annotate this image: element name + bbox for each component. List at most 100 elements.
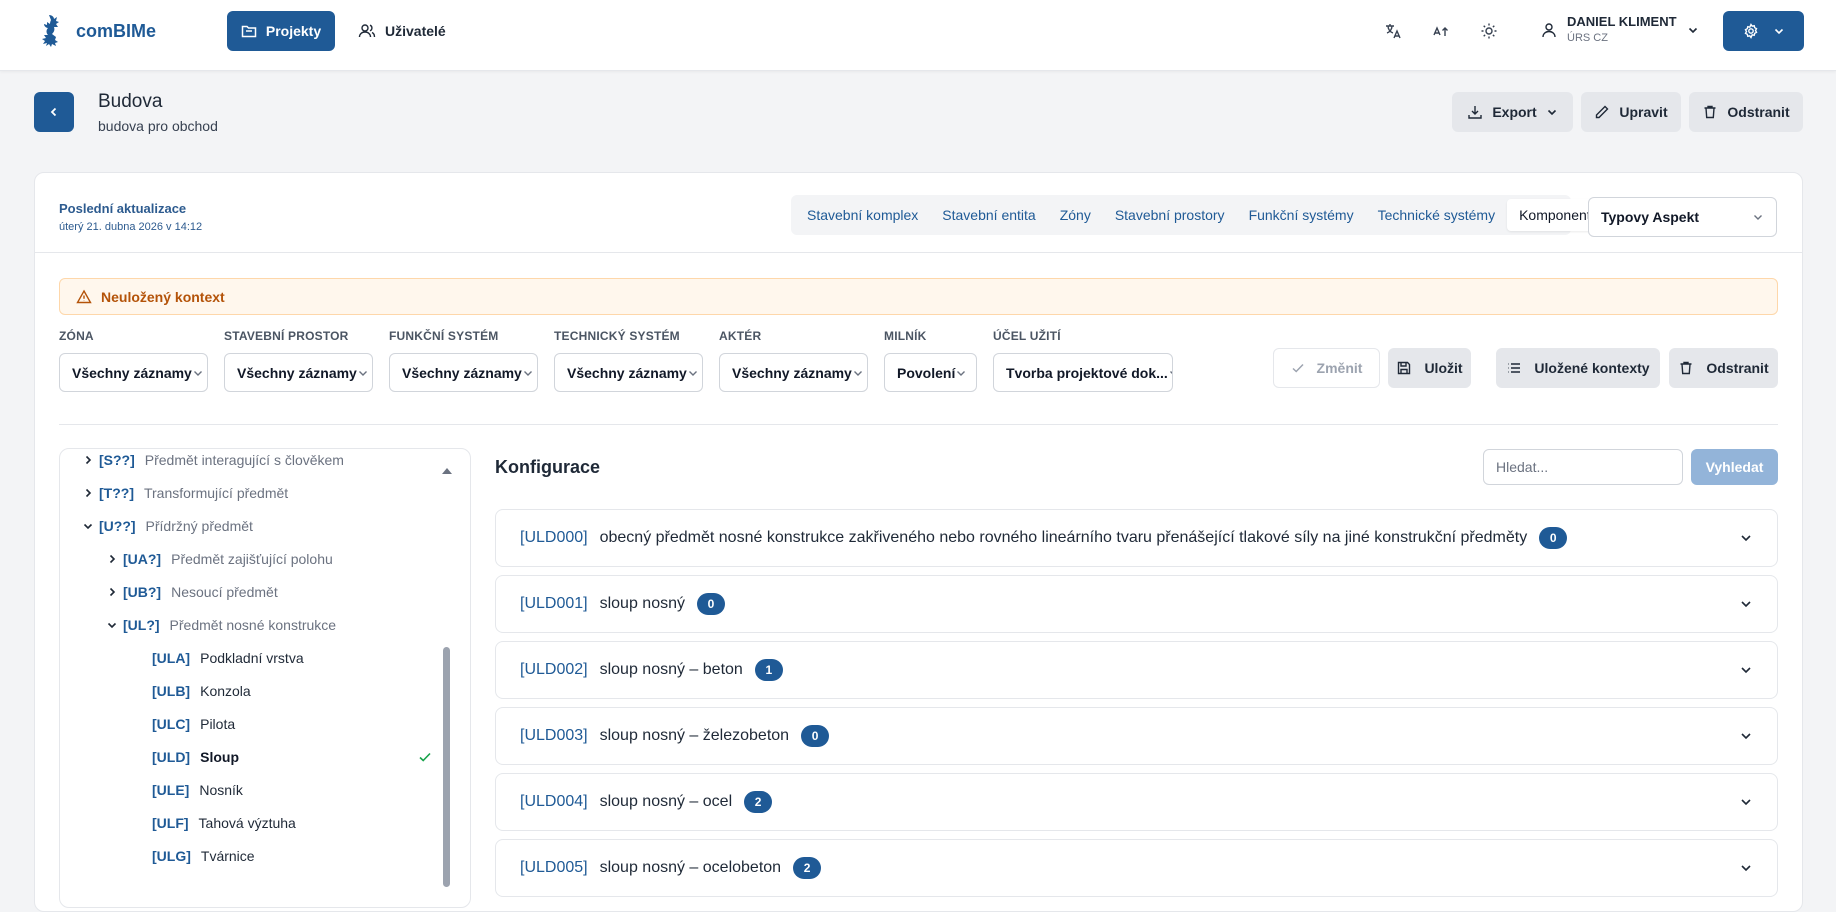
tree-item[interactable]: [U??] Přídržný předmět (81, 514, 253, 538)
last-update-value: úterý 21. dubna 2026 v 14:12 (59, 221, 203, 233)
configuration-item[interactable]: [ULD001] sloup nosný 0 (495, 575, 1778, 633)
tab-stavebni-prostory[interactable]: Stavební prostory (1103, 199, 1237, 231)
tree-item[interactable]: [T??] Transformující předmět (81, 481, 288, 505)
filter-select-stavebni-prostor[interactable]: Všechny záznamy (224, 353, 373, 392)
configuration-item-title: sloup nosný – železobeton (599, 727, 790, 744)
tree-item[interactable]: [ULA] Podkladní vrstva (152, 646, 304, 670)
tree-item-label: Sloup (200, 749, 239, 765)
filter-select-akter[interactable]: Všechny záznamy (719, 353, 868, 392)
tree-item[interactable]: [ULC] Pilota (152, 712, 235, 736)
aspect-select[interactable]: Typovy Aspekt (1588, 197, 1777, 237)
alert-text: Neuložený kontext (101, 288, 225, 305)
count-badge: 2 (744, 791, 773, 813)
tree-item-code: [ULD] (152, 749, 191, 765)
chevron-down-icon (522, 367, 534, 379)
tree-item[interactable]: [ULF] Tahová výztuha (152, 811, 296, 835)
delete-button[interactable]: Odstranit (1689, 92, 1803, 132)
delete-context-label: Odstranit (1706, 360, 1769, 376)
user-menu[interactable]: DANIEL KLIMENT ÚRS CZ (1541, 14, 1699, 46)
user-name: DANIEL KLIMENT (1567, 14, 1677, 29)
filter-select-technicky-system[interactable]: Všechny záznamy (554, 353, 703, 392)
configuration-search-input[interactable] (1483, 449, 1683, 485)
tree-item-code: [ULF] (152, 815, 189, 831)
tree-item-label: Předmět nosné konstrukce (169, 617, 337, 633)
tree-item[interactable]: [ULB] Konzola (152, 679, 251, 703)
filter-value: Všechny záznamy (72, 364, 192, 381)
filter-value: Všechny záznamy (402, 364, 522, 381)
nav-users-button[interactable]: Uživatelé (358, 11, 446, 51)
tree-item[interactable]: [S??] Předmět interagující s člověkem (81, 449, 344, 472)
tree-item[interactable]: [ULE] Nosník (152, 778, 243, 802)
tree-item[interactable]: [UB?] Nesoucí předmět (105, 580, 278, 604)
configuration-item[interactable]: [ULD002] sloup nosný – beton 1 (495, 641, 1778, 699)
delete-context-button[interactable]: Odstranit (1669, 348, 1778, 388)
warning-icon (76, 289, 92, 305)
chevron-down-icon (1168, 367, 1172, 379)
configuration-item-code: [ULD005] (520, 859, 588, 876)
app-logo[interactable]: comBIMe (36, 13, 156, 49)
chevron-down-icon (852, 367, 864, 379)
change-context-button[interactable]: Změnit (1273, 348, 1380, 388)
save-icon (1396, 360, 1412, 376)
settings-menu-button[interactable] (1723, 11, 1804, 51)
theme-sun-icon[interactable] (1479, 21, 1499, 41)
page-title: Budova (98, 91, 163, 112)
chevron-down-icon (955, 367, 967, 379)
search-button[interactable]: Vyhledat (1691, 449, 1778, 485)
configuration-item-title: sloup nosný – ocelobeton (599, 859, 782, 876)
filter-value: Všechny záznamy (237, 364, 357, 381)
configuration-item-title: sloup nosný – beton (599, 661, 743, 678)
filter-select-milnik[interactable]: Povolení (884, 353, 977, 392)
save-context-button[interactable]: Uložit (1388, 348, 1471, 388)
chevron-down-icon (1739, 795, 1753, 809)
filter-select-funkcni-system[interactable]: Všechny záznamy (389, 353, 538, 392)
tree-item-code: [ULB] (152, 683, 191, 699)
app-name: comBIMe (76, 20, 157, 41)
tab-stavebni-entita[interactable]: Stavební entita (930, 199, 1047, 231)
configuration-item[interactable]: [ULD005] sloup nosný – ocelobeton 2 (495, 839, 1778, 897)
tab-zony[interactable]: Zóny (1048, 199, 1103, 231)
edit-button[interactable]: Upravit (1581, 92, 1681, 132)
tree-item-code: [ULC] (152, 716, 191, 732)
tab-funkcni-systemy[interactable]: Funkční systémy (1237, 199, 1366, 231)
tree-scrollbar-thumb[interactable] (443, 647, 450, 887)
translate-icon[interactable] (1383, 21, 1403, 41)
nav-projects-button[interactable]: Projekty (227, 11, 335, 51)
tree-item[interactable]: [ULG] Tvárnice (152, 844, 255, 868)
tree-item-code: [ULA] (152, 650, 191, 666)
users-icon (358, 23, 376, 39)
chevron-down-icon (1687, 24, 1699, 36)
saved-contexts-button[interactable]: Uložené kontexty (1496, 348, 1660, 388)
filter-select-zona[interactable]: Všechny záznamy (59, 353, 208, 392)
chevron-down-icon (192, 367, 204, 379)
tree-item-selected[interactable]: [ULD] Sloup (152, 745, 432, 769)
count-badge: 1 (754, 659, 783, 681)
export-button[interactable]: Export (1452, 92, 1573, 132)
saved-contexts-label: Uložené kontexty (1534, 360, 1650, 376)
filter-label-akter: AKTÉR (719, 329, 762, 343)
tab-stavebni-komplex[interactable]: Stavební komplex (795, 199, 930, 231)
font-size-icon[interactable] (1431, 21, 1451, 41)
configuration-item[interactable]: [ULD003] sloup nosný – železobeton 0 (495, 707, 1778, 765)
configuration-title: Konfigurace (495, 457, 601, 477)
tab-technicke-systemy[interactable]: Technické systémy (1366, 199, 1507, 231)
tree-item-code: [ULE] (152, 782, 190, 798)
chevron-right-icon (81, 455, 95, 465)
tree-item[interactable]: [UL?] Předmět nosné konstrukce (105, 613, 336, 637)
filter-select-ucel-uziti[interactable]: Tvorba projektové dok... (993, 353, 1173, 392)
download-icon (1467, 104, 1483, 120)
chevron-down-icon (357, 367, 369, 379)
back-button[interactable] (34, 92, 74, 132)
chevron-right-icon (81, 488, 95, 498)
scroll-up-icon[interactable] (441, 467, 453, 475)
configuration-item[interactable]: [ULD000] obecný předmět nosné konstrukce… (495, 509, 1778, 567)
configuration-item[interactable]: [ULD004] sloup nosný – ocel 2 (495, 773, 1778, 831)
tree-item[interactable]: [UA?] Předmět zajišťující polohu (105, 547, 333, 571)
filter-value: Povolení (897, 364, 956, 381)
last-update-label: Poslední aktualizace (59, 201, 187, 216)
classification-tree: [S??] Předmět interagující s člověkem [T… (59, 448, 471, 908)
tree-item-code: [U??] (99, 518, 136, 534)
user-icon (1541, 22, 1557, 38)
tree-item-label: Podkladní vrstva (200, 650, 304, 666)
tree-item-code: [T??] (99, 485, 134, 501)
